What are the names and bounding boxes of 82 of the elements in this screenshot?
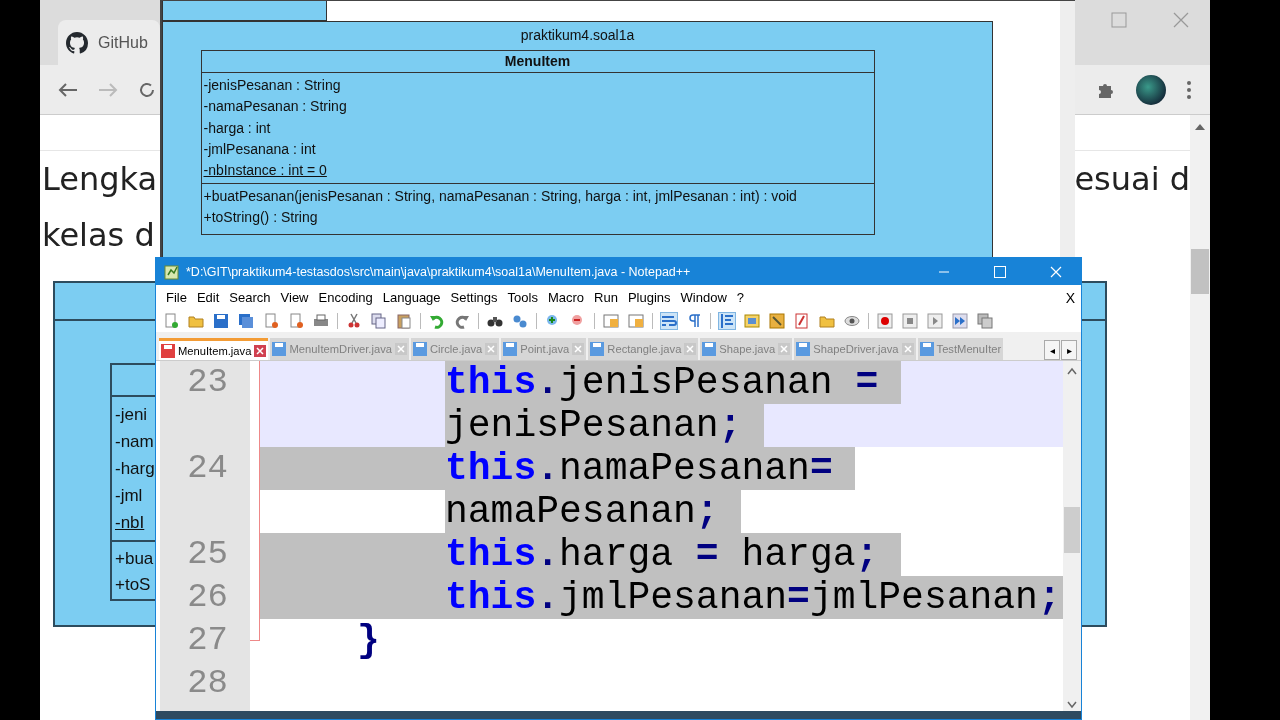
attribute-text: -jml xyxy=(115,486,143,505)
attribute-text: -nbI xyxy=(115,513,145,532)
attribute-text: -jeni xyxy=(115,405,148,424)
documents-close-icon[interactable] xyxy=(287,312,305,330)
menu-item[interactable]: Edit xyxy=(191,290,225,305)
document-map-icon[interactable] xyxy=(768,312,786,330)
word-wrap-icon[interactable] xyxy=(660,312,678,330)
notepad-icon xyxy=(164,263,180,280)
code-text: } xyxy=(357,619,380,662)
close-icon[interactable] xyxy=(1173,12,1189,28)
menu-item[interactable]: Plugins xyxy=(622,290,676,305)
paragraph-text: Lengka xyxy=(42,159,158,200)
menu-item[interactable]: Macro xyxy=(542,290,590,305)
play-icon[interactable] xyxy=(926,312,944,330)
line-number: 23 xyxy=(187,363,228,401)
tab-scroll-button[interactable]: ▸ xyxy=(1061,340,1077,360)
line-number: 24 xyxy=(187,449,228,487)
method-text: +toS xyxy=(115,575,151,594)
back-arrow-icon[interactable] xyxy=(58,81,78,98)
code-text: this.namaPesanan= xyxy=(445,447,856,490)
attribute-text: -harga : int xyxy=(203,119,271,136)
attribute-text: -nbInstance : int = 0 xyxy=(203,162,327,179)
code-text: this.jmlPesanan=jmlPesanan; xyxy=(445,576,1063,619)
copy-icon[interactable] xyxy=(370,312,388,330)
menu-item[interactable]: File xyxy=(161,290,192,305)
scrollbar-thumb[interactable] xyxy=(1191,249,1209,294)
avatar[interactable] xyxy=(1136,74,1166,105)
menu-icon[interactable] xyxy=(1186,79,1192,100)
method-text: +toString() : String xyxy=(203,209,318,226)
attribute-text: -jmlPesanana : int xyxy=(203,140,316,157)
menu-item[interactable]: Settings xyxy=(445,290,503,305)
menu-item[interactable]: Tools xyxy=(502,290,543,305)
package-name: praktikum4.soal1a xyxy=(520,27,635,43)
line-number: 28 xyxy=(187,664,228,702)
close-document-button[interactable]: X xyxy=(1065,289,1075,306)
macro-save-icon[interactable] xyxy=(976,312,994,330)
scrollbar-thumb[interactable] xyxy=(1064,507,1080,553)
tab-scroll-button[interactable]: ◂ xyxy=(1044,340,1060,360)
stop-icon[interactable] xyxy=(901,312,919,330)
github-icon xyxy=(66,31,88,54)
line-number: 25 xyxy=(187,535,228,573)
code-text: this.jenisPesanan = xyxy=(445,361,902,404)
menu-item[interactable]: Language xyxy=(377,290,446,305)
indent-guide-icon[interactable] xyxy=(718,312,736,330)
method-text: +buatPesanan(jenisPesanan : String, namaPesanan : String, harga : int, jmlPesanan : int) : void xyxy=(203,188,797,205)
close-icon[interactable] xyxy=(254,344,267,357)
fast-forward-icon[interactable] xyxy=(951,312,969,330)
method-text: +bua xyxy=(115,549,154,568)
menu-item[interactable]: Window xyxy=(675,290,732,305)
paragraph-text: esuai d xyxy=(1074,159,1190,200)
record-icon[interactable] xyxy=(876,312,894,330)
menu-item[interactable]: Encoding xyxy=(313,290,378,305)
code-text: this.harga = harga; xyxy=(445,533,902,576)
attribute-text: -jenisPesanan : String xyxy=(203,77,341,93)
window-sync-icon[interactable] xyxy=(627,312,645,330)
scroll-down-icon[interactable] xyxy=(1067,701,1077,709)
function-list-icon[interactable] xyxy=(793,312,811,330)
code-text: jenisPesanan; xyxy=(445,404,765,447)
attribute-text: -namaPesanan : String xyxy=(203,98,347,115)
reload-icon[interactable] xyxy=(138,80,156,99)
scroll-up-icon[interactable] xyxy=(1067,367,1077,375)
line-number: 27 xyxy=(187,621,228,659)
file-tab[interactable]: MenuItem.java xyxy=(159,338,269,360)
menu-item[interactable]: Search xyxy=(224,290,276,305)
menu-item[interactable]: ? xyxy=(731,290,750,305)
class-name: MenuItem xyxy=(504,53,571,69)
window-sync-icon[interactable] xyxy=(602,312,620,330)
window-title: *D:\GIT\praktikum4-testasdos\src\main\java\praktikum4\soal1a\MenuItem.java - Notepad++ xyxy=(186,264,692,279)
attribute-text: -nam xyxy=(115,432,154,451)
code-text: namaPesanan; xyxy=(445,490,742,533)
attribute-text: -harg xyxy=(115,459,155,478)
scroll-up-icon[interactable] xyxy=(1195,123,1205,131)
new-file-icon[interactable] xyxy=(162,312,180,330)
floppy-disks-icon[interactable] xyxy=(237,312,255,330)
language-icon[interactable] xyxy=(743,312,761,330)
browser-tab[interactable]: GitHub xyxy=(58,20,160,65)
paragraph-text: kelas d xyxy=(42,215,155,256)
menu-item[interactable]: View xyxy=(275,290,314,305)
menu-item[interactable]: Run xyxy=(589,290,623,305)
clipboard-icon[interactable] xyxy=(395,312,413,330)
document-close-icon[interactable] xyxy=(262,312,280,330)
line-number: 26 xyxy=(187,578,228,616)
